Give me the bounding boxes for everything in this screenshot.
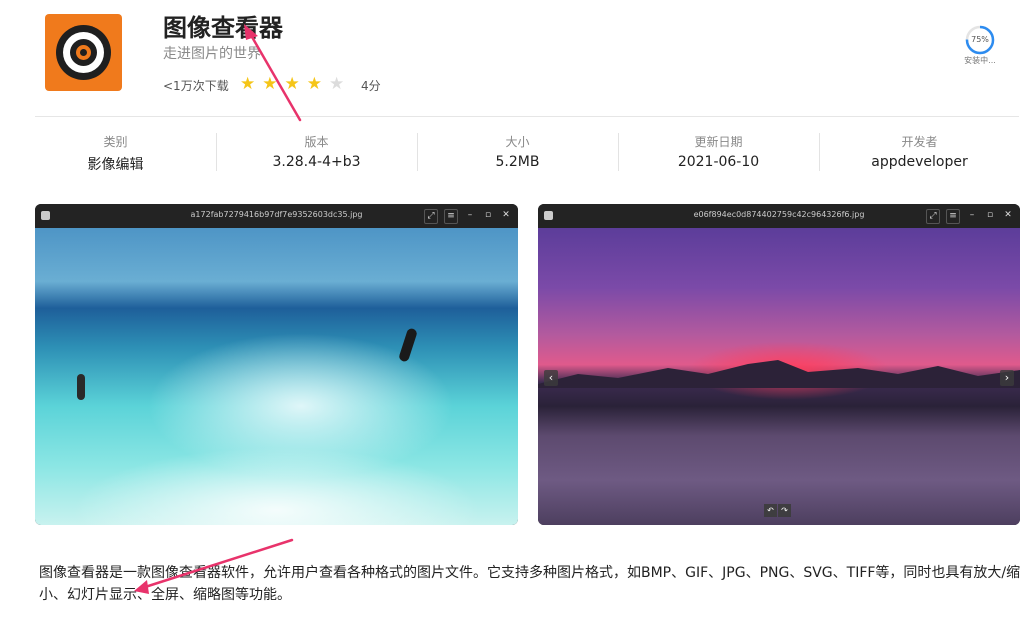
- mountain-silhouette: [538, 360, 1020, 388]
- info-label: 开发者: [901, 135, 938, 149]
- install-status: 安装中...: [964, 56, 996, 65]
- rotate-right-icon[interactable]: ↷: [778, 504, 791, 517]
- surfer-figure: [77, 374, 85, 400]
- info-label: 大小: [505, 135, 530, 149]
- star-icon: ★: [240, 74, 256, 94]
- menu-icon[interactable]: ≡: [444, 209, 458, 224]
- surfer-figure: [397, 327, 419, 363]
- fullscreen-icon[interactable]: ⤢: [926, 209, 940, 224]
- info-developer: 开发者 appdeveloper: [819, 125, 1020, 175]
- info-label: 版本: [304, 135, 329, 149]
- info-label: 更新日期: [694, 135, 743, 149]
- info-value: 5.2MB: [495, 154, 540, 170]
- maximize-icon[interactable]: ▫: [984, 209, 996, 222]
- info-value: 3.28.4-4+b3: [272, 154, 361, 170]
- app-title: 图像查看器: [163, 14, 283, 42]
- star-icon: ★: [262, 74, 278, 94]
- maximize-icon[interactable]: ▫: [482, 209, 494, 222]
- header-divider: [35, 116, 1019, 117]
- info-update-date: 更新日期 2021-06-10: [618, 125, 819, 175]
- rating-stars: ★ ★ ★ ★ ★: [240, 74, 344, 94]
- app-icon-eye: [56, 25, 111, 80]
- viewer-titlebar: a172fab7279416b97df7e9352603dc35.jpg ⤢ ≡…: [35, 204, 518, 228]
- close-icon[interactable]: ✕: [500, 209, 512, 222]
- viewer-titlebar: e06f894ec0d874402759c42c964326f6.jpg ⤢ ≡…: [538, 204, 1020, 228]
- info-value: appdeveloper: [871, 154, 968, 170]
- info-version: 版本 3.28.4-4+b3: [216, 125, 417, 175]
- fullscreen-icon[interactable]: ⤢: [424, 209, 438, 224]
- install-progress-text: 75%: [971, 35, 989, 44]
- install-progress-ring[interactable]: 75%: [964, 24, 996, 56]
- screenshot-2[interactable]: e06f894ec0d874402759c42c964326f6.jpg ⤢ ≡…: [538, 204, 1020, 525]
- info-size: 大小 5.2MB: [417, 125, 618, 175]
- surfing-photo: [35, 228, 518, 525]
- minimize-icon[interactable]: –: [464, 209, 476, 222]
- star-icon: ★: [306, 74, 322, 94]
- download-count: <1万次下载: [163, 79, 229, 93]
- rating-score: 4分: [361, 79, 381, 93]
- sunset-photo: ‹ › ↶ ↷: [538, 228, 1020, 525]
- minimize-icon[interactable]: –: [966, 209, 978, 222]
- menu-icon[interactable]: ≡: [946, 209, 960, 224]
- rotate-controls: ↶ ↷: [764, 504, 791, 517]
- info-label: 类别: [103, 135, 128, 149]
- screenshot-1[interactable]: a172fab7279416b97df7e9352603dc35.jpg ⤢ ≡…: [35, 204, 518, 525]
- next-arrow-icon[interactable]: ›: [1000, 370, 1014, 386]
- rotate-left-icon[interactable]: ↶: [764, 504, 777, 517]
- info-bar: 类别 影像编辑 版本 3.28.4-4+b3 大小 5.2MB 更新日期 202…: [15, 125, 1020, 175]
- app-icon: [45, 14, 122, 91]
- app-description: 图像查看器是一款图像查看器软件，允许用户查看各种格式的图片文件。它支持多种图片格…: [39, 565, 1021, 603]
- close-icon[interactable]: ✕: [1002, 209, 1014, 222]
- app-subtitle: 走进图片的世界: [163, 46, 261, 62]
- info-value: 影像编辑: [87, 157, 144, 173]
- star-empty-icon: ★: [329, 74, 345, 94]
- previous-arrow-icon[interactable]: ‹: [544, 370, 558, 386]
- info-category: 类别 影像编辑: [15, 125, 216, 175]
- info-value: 2021-06-10: [677, 154, 760, 170]
- star-icon: ★: [284, 74, 300, 94]
